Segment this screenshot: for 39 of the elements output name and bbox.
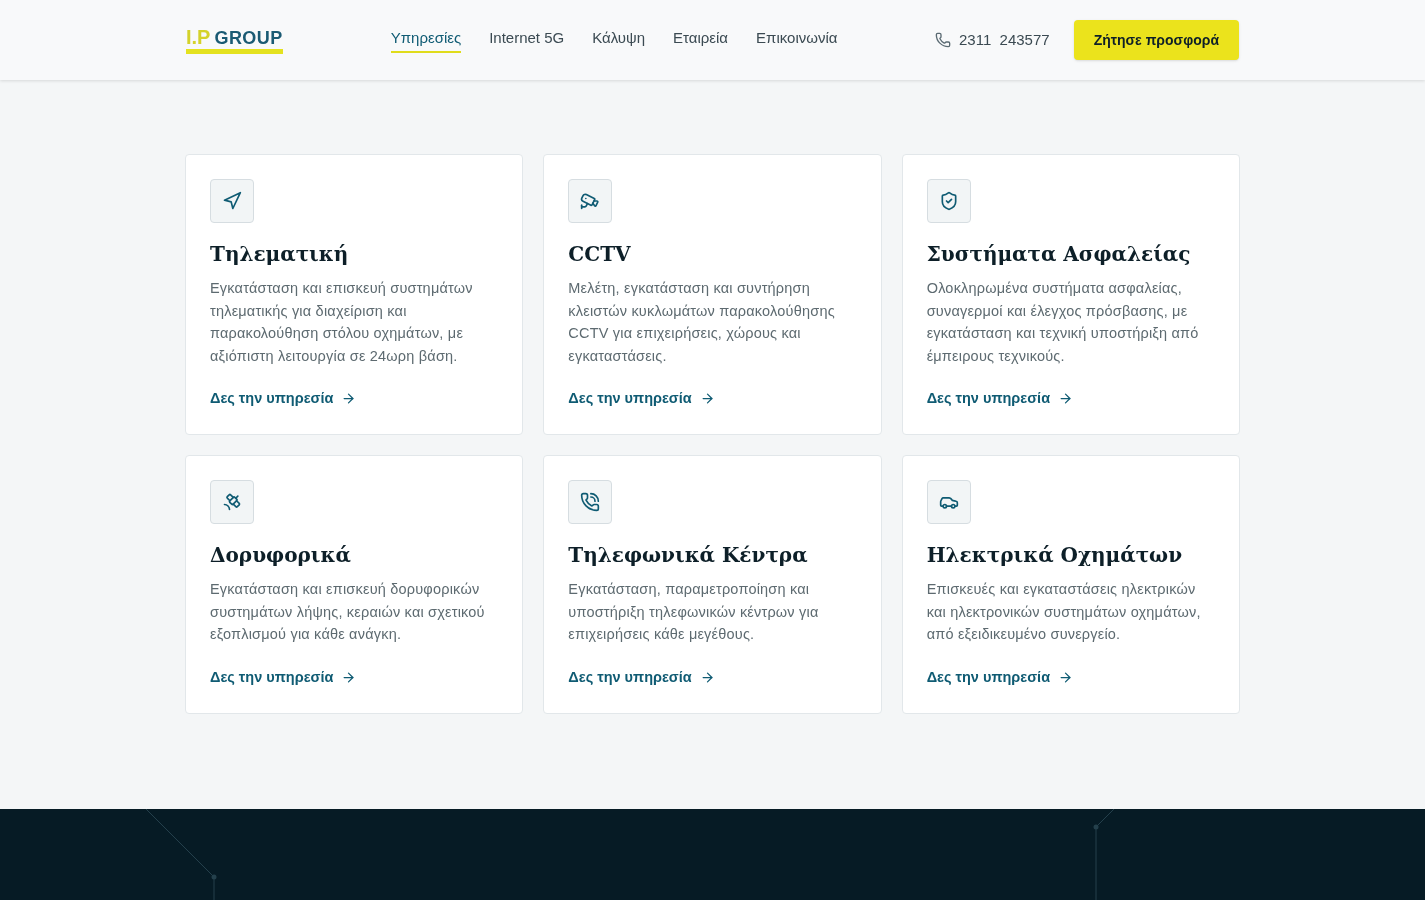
service-link[interactable]: Δες την υπηρεσία	[568, 388, 715, 410]
phone-call-icon	[580, 492, 601, 512]
card-title: Τηλεφωνικά Κέντρα	[568, 542, 809, 569]
card-title: Τηλεματική	[210, 241, 350, 268]
card-description: Εγκατάσταση, παραμετροποίηση και υποστήριξη τηλεφωνικών κέντρων για επιχειρήσεις κάθε μεγέθους.	[568, 580, 820, 644]
arrow-right-icon	[341, 391, 357, 407]
nav-link[interactable]: Κάλυψη	[592, 26, 646, 54]
cctv-camera-icon	[580, 191, 601, 211]
nav-link[interactable]: Υπηρεσίες	[390, 26, 462, 54]
arrow-right-icon	[1058, 669, 1074, 685]
card-title: Δορυφορικά	[210, 542, 352, 569]
card-description: Εγκατάσταση και επισκευή συστημάτων τηλεματικής για διαχείριση και παρακολούθηση στόλου οχημάτων, με αξιόπιστη λειτουργία σε 24ωρη βάση.	[210, 279, 474, 366]
card-description: Επισκευές και εγκαταστάσεις ηλεκτρικών και ηλεκτρονικών συστημάτων οχημάτων, από εξειδικευμένο συνεργείο.	[926, 580, 1202, 644]
satellite-icon	[222, 492, 242, 512]
service-link[interactable]: Δες την υπηρεσία	[210, 666, 357, 689]
arrow-right-icon	[699, 669, 715, 685]
service-link[interactable]: Δες την υπηρεσία	[568, 666, 715, 689]
logo[interactable]: I.P GROUP	[186, 26, 283, 54]
service-link[interactable]: Δες την υπηρεσία	[926, 666, 1074, 689]
card-title: Ηλεκτρικά Οχημάτων	[926, 542, 1184, 569]
card-description: Μελέτη, εγκατάσταση και συντήρηση κλειστών κυκλωμάτων παρακολούθησης CCTV για επιχειρήσεις, χώρους και εγκαταστάσεις.	[568, 279, 836, 366]
card-description: Ολοκληρωμένα συστήματα ασφαλείας, συναγερμοί και έλεγχος πρόσβασης, με εγκατάσταση και τεχνική υποστήριξη από έμπειρους τεχνικούς.	[926, 279, 1200, 366]
phone-icon	[935, 32, 951, 48]
arrow-right-icon	[699, 391, 715, 407]
navigation-arrow-icon	[222, 191, 242, 211]
service-link[interactable]: Δες την υπηρεσία	[210, 388, 357, 410]
logo-name: GROUP	[214, 28, 283, 47]
service-link[interactable]: Δες την υπηρεσία	[926, 388, 1074, 410]
card-description: Εγκατάσταση και επισκευή δορυφορικών συστημάτων λήψης, κεραιών και σχετικού εξοπλισμού για κάθε ανάγκη.	[210, 580, 486, 644]
quote-button[interactable]: Ζήτησε προσφορά	[1073, 20, 1239, 60]
nav-link[interactable]: Επικοινωνία	[756, 26, 838, 54]
card-title: CCTV	[568, 241, 632, 268]
logo-mark: I.P	[186, 26, 211, 47]
phone-number[interactable]: 2311 243577	[959, 28, 1050, 52]
card-title: Συστήματα Ασφαλείας	[926, 241, 1192, 268]
arrow-right-icon	[1058, 391, 1074, 407]
nav-link[interactable]: Internet 5G	[489, 26, 565, 54]
arrow-right-icon	[341, 669, 357, 685]
nav-link[interactable]: Εταιρεία	[673, 26, 729, 54]
